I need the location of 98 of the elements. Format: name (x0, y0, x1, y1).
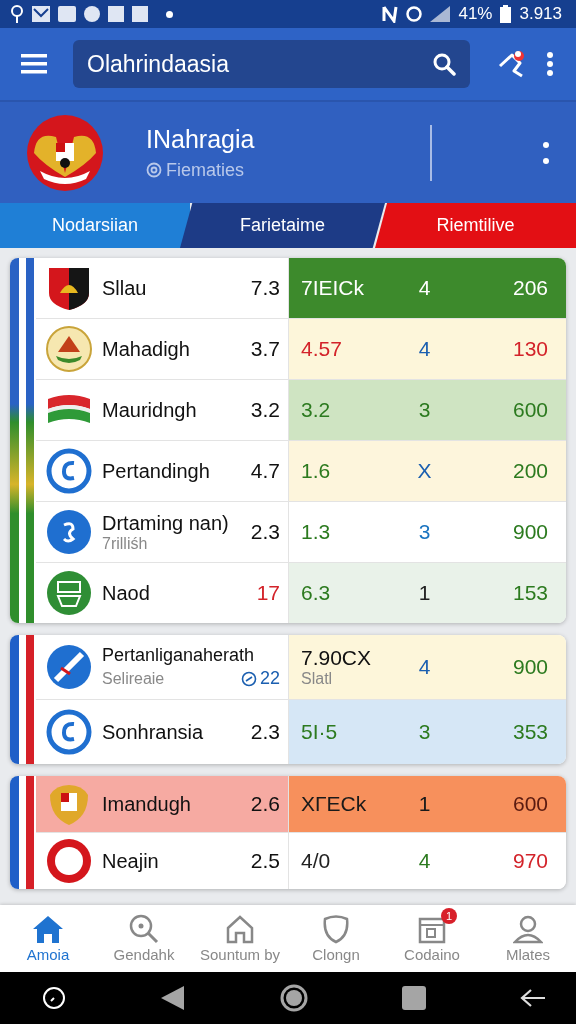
notification-dot-icon (166, 10, 173, 18)
team-name: Mauridngh (102, 398, 198, 422)
odds-value: 206 (512, 276, 548, 300)
odds-value: 3 (418, 398, 431, 422)
odds-value: 4 (418, 276, 431, 300)
odds-value: 600 (512, 792, 548, 816)
nav-item[interactable]: Mlates (480, 905, 576, 972)
team-score: 4.7 (250, 459, 280, 483)
notification-badge: 1 (441, 908, 457, 924)
team-logo-icon (46, 644, 92, 690)
more-icon[interactable] (542, 141, 550, 164)
shield-icon (321, 914, 351, 944)
odds-value: 4/0 (301, 849, 332, 873)
at-icon (146, 162, 162, 178)
odds-value: 4 (418, 849, 431, 873)
more-icon[interactable] (546, 52, 554, 76)
pin-icon (10, 5, 24, 23)
odds-value: 7IEICk (301, 276, 366, 300)
home-icon (31, 914, 65, 944)
team-score: 22 (259, 668, 280, 689)
odds-value: 3.2 (301, 398, 332, 422)
team-logo-icon (46, 509, 92, 555)
team-name: Mahadigh (102, 337, 191, 361)
team-name: Pertanliganaherath (102, 645, 256, 666)
odds-value: 900 (512, 520, 548, 544)
team-logo-icon (46, 326, 92, 372)
battery-icon (500, 5, 512, 23)
team-score: 2.6 (250, 792, 280, 816)
team-subtitle: 7rilliśh (102, 534, 149, 553)
odds-value: 970 (512, 849, 548, 873)
odds-value: 3 (418, 720, 431, 744)
search-icon[interactable] (432, 52, 456, 76)
team-score: 17 (256, 581, 280, 605)
clock: 3.913 (519, 4, 562, 24)
nav-item[interactable]: Sountum by (192, 905, 288, 972)
odds-value: 4.57 (301, 337, 343, 361)
odds-value: 900 (512, 655, 548, 679)
odds-value: 4 (418, 655, 431, 679)
odds-value: 6.3 (301, 581, 332, 605)
odds-value: 1.6 (301, 459, 332, 483)
team-score: 2.5 (250, 849, 280, 873)
odds-value: 3 (418, 520, 431, 544)
team-logo-icon (46, 709, 92, 755)
nfc-icon (382, 5, 399, 23)
nav-item[interactable]: Clongn (288, 905, 384, 972)
search-icon (129, 914, 159, 944)
mail-icon (32, 6, 50, 22)
odds-value: 353 (512, 720, 548, 744)
team-logo-icon (46, 838, 92, 884)
team-name: Sllau (102, 276, 148, 300)
team-name: Imandugh (102, 792, 192, 816)
back-arrow-icon[interactable] (520, 988, 546, 1008)
nav-item[interactable]: Amoia (0, 905, 96, 972)
odds-value: 4 (418, 337, 431, 361)
clock-icon[interactable] (42, 986, 66, 1010)
team-logo-icon (46, 570, 92, 616)
team-name: Naod (102, 581, 151, 605)
team-score: 7.3 (250, 276, 280, 300)
team-logo-icon (46, 265, 92, 311)
team-score: 3.7 (250, 337, 280, 361)
search-field[interactable]: Olahrindaasia (73, 40, 470, 88)
team-subtitle: Selireaie (102, 669, 165, 688)
tab[interactable]: Nodarsiian (0, 203, 190, 248)
tab[interactable]: Riemtilive (375, 203, 576, 248)
odds-value: XΓECk (301, 792, 368, 816)
team-score: 2.3 (250, 520, 280, 544)
odds-subtitle: Slatl (301, 670, 334, 688)
team-name: Pertandingh (102, 459, 211, 483)
odds-value: 200 (512, 459, 548, 483)
alarm-icon (406, 6, 423, 22)
odds-value: X (417, 459, 432, 483)
odds-value: 5I·5 (301, 720, 339, 744)
odds-value: 600 (512, 398, 548, 422)
person-icon (513, 914, 543, 944)
nav-item[interactable]: Gendahk (96, 905, 192, 972)
signal-icon (430, 6, 451, 22)
team-score: 2.3 (250, 720, 280, 744)
odds-value: 1 (418, 581, 431, 605)
home-button-icon[interactable] (280, 984, 308, 1012)
odds-value: 1.3 (301, 520, 332, 544)
menu-icon[interactable] (21, 54, 47, 74)
team-name: Neajin (102, 849, 160, 873)
team-name: Drtaming nan) (102, 511, 230, 535)
team-name: Sonhransia (102, 720, 205, 744)
odds-value: 1 (418, 792, 431, 816)
battery-percent: 41% (458, 4, 493, 24)
tab[interactable]: Farietaime (180, 203, 385, 248)
odds-value: 153 (512, 581, 548, 605)
team-score: 3.2 (250, 398, 280, 422)
profile-subtitle: Fiematies (166, 159, 245, 181)
house-icon (225, 914, 255, 944)
odds-value: 130 (512, 337, 548, 361)
nav-item[interactable]: 1 Codaino (384, 905, 480, 972)
odds-value: 7.90CX (301, 646, 373, 670)
back-triangle-icon[interactable] (160, 985, 186, 1011)
profile-title: INahragia (146, 124, 256, 154)
score-icon (240, 670, 257, 687)
team-logo-icon (46, 448, 92, 494)
